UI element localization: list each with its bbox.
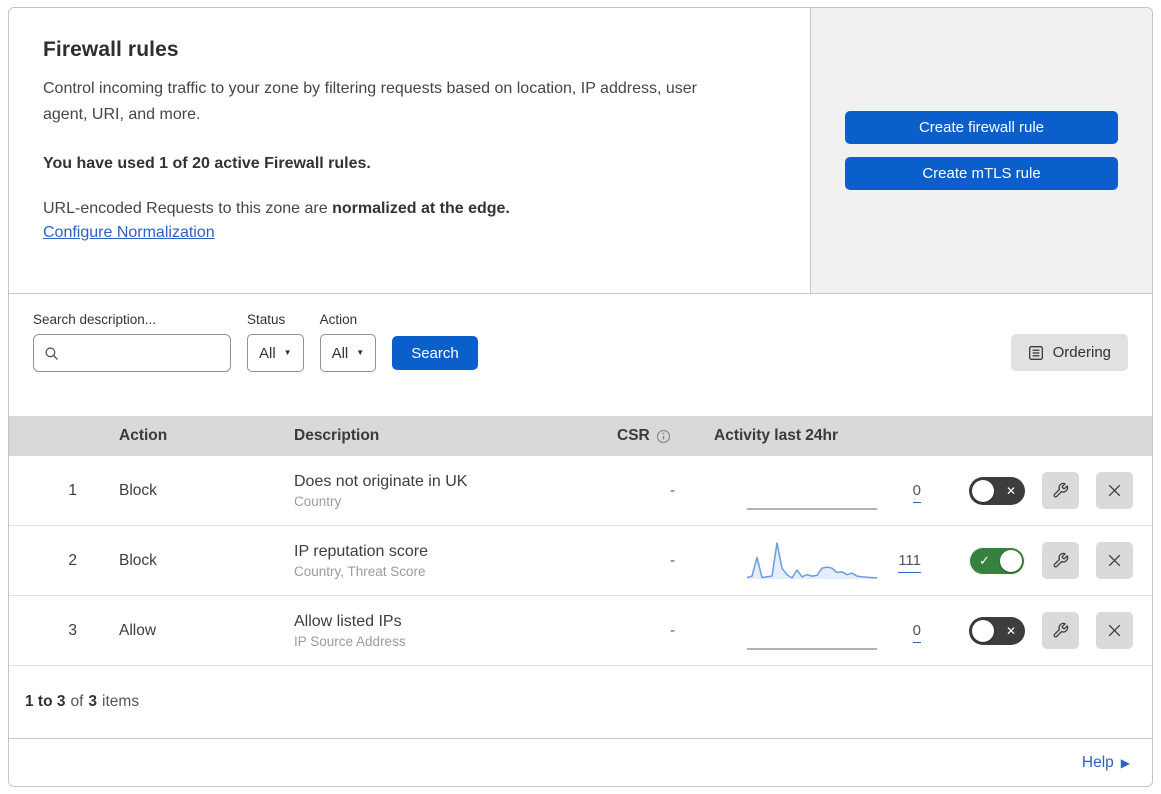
edit-rule-button[interactable] bbox=[1042, 542, 1079, 579]
close-icon bbox=[1108, 554, 1121, 567]
wrench-icon bbox=[1053, 552, 1069, 568]
action-selected-value: All bbox=[331, 344, 349, 362]
search-icon bbox=[45, 346, 58, 360]
activity-count-link[interactable]: 111 bbox=[877, 552, 921, 573]
configure-normalization-link[interactable]: Configure Normalization bbox=[43, 224, 215, 242]
chevron-down-icon: ▼ bbox=[283, 348, 292, 357]
check-icon: ✓ bbox=[979, 552, 990, 568]
activity-sparkline bbox=[747, 541, 877, 579]
rule-csr-value: - bbox=[670, 552, 675, 569]
pagination-summary: 1 to 3 of 3 items bbox=[9, 666, 1152, 738]
firewall-rules-panel: Firewall rules Control incoming traffic … bbox=[8, 7, 1153, 787]
pagination-items-label: items bbox=[102, 693, 140, 710]
edit-rule-button[interactable] bbox=[1042, 472, 1079, 509]
search-input-wrapper bbox=[33, 334, 231, 372]
close-icon bbox=[1108, 484, 1121, 497]
csr-column-header: CSR bbox=[617, 427, 650, 444]
rule-csr-value: - bbox=[670, 622, 675, 639]
rule-csr-value: - bbox=[670, 482, 675, 499]
ordering-button-label: Ordering bbox=[1052, 344, 1111, 361]
edit-rule-button[interactable] bbox=[1042, 612, 1079, 649]
arrow-right-icon: ▶ bbox=[1120, 755, 1130, 770]
table-row: 1 Block Does not originate in UK Country… bbox=[9, 456, 1152, 526]
rule-action: Allow bbox=[119, 621, 157, 639]
rule-priority: 3 bbox=[68, 621, 77, 639]
search-button[interactable]: Search bbox=[392, 336, 478, 370]
close-icon bbox=[1108, 624, 1121, 637]
page-title: Firewall rules bbox=[43, 38, 179, 61]
actions-panel: Create firewall rule Create mTLS rule bbox=[811, 8, 1152, 293]
search-input[interactable] bbox=[66, 344, 220, 362]
table-row: 3 Allow Allow listed IPs IP Source Addre… bbox=[9, 596, 1152, 666]
rule-enabled-toggle[interactable]: ✓ ✕ bbox=[969, 546, 1025, 575]
action-label: Action bbox=[319, 312, 358, 327]
filter-bar: Search description... Status All ▼ Actio… bbox=[9, 294, 1152, 406]
create-firewall-rule-button[interactable]: Create firewall rule bbox=[845, 111, 1118, 144]
wrench-icon bbox=[1053, 622, 1069, 638]
action-select[interactable]: All ▼ bbox=[319, 334, 377, 372]
activity-sparkline bbox=[747, 647, 877, 650]
toggle-knob bbox=[1000, 549, 1022, 572]
rule-action: Block bbox=[119, 551, 157, 569]
toggle-knob bbox=[972, 479, 994, 502]
rule-enabled-toggle[interactable]: ✓ ✕ bbox=[969, 616, 1025, 645]
rule-description: IP reputation score bbox=[294, 542, 429, 560]
activity-count-link[interactable]: 0 bbox=[877, 622, 921, 643]
status-selected-value: All bbox=[259, 344, 276, 362]
delete-rule-button[interactable] bbox=[1096, 542, 1133, 579]
table-row: 2 Block IP reputation score Country, Thr… bbox=[9, 526, 1152, 596]
activity-column-header: Activity last 24hr bbox=[714, 427, 839, 444]
help-link[interactable]: Help ▶ bbox=[1082, 754, 1130, 772]
x-icon: ✕ bbox=[1005, 623, 1016, 638]
rule-description: Allow listed IPs bbox=[294, 612, 402, 630]
pagination-range: 1 to 3 bbox=[25, 693, 66, 710]
usage-note: You have used 1 of 20 active Firewall ru… bbox=[43, 155, 371, 172]
ordering-button[interactable]: Ordering bbox=[1010, 334, 1128, 371]
delete-rule-button[interactable] bbox=[1096, 472, 1133, 509]
wrench-icon bbox=[1053, 482, 1069, 498]
rule-priority: 1 bbox=[68, 481, 77, 499]
pagination-total: 3 bbox=[88, 693, 98, 710]
rule-description: Does not originate in UK bbox=[294, 472, 468, 490]
rule-criteria: Country, Threat Score bbox=[294, 563, 426, 579]
rules-table: Action Description CSR Activity last 24h… bbox=[9, 416, 1152, 666]
info-icon[interactable] bbox=[656, 429, 671, 444]
chevron-down-icon: ▼ bbox=[356, 348, 365, 357]
activity-count-link[interactable]: 0 bbox=[877, 482, 921, 503]
create-mtls-rule-button[interactable]: Create mTLS rule bbox=[845, 157, 1118, 190]
header-section: Firewall rules Control incoming traffic … bbox=[9, 8, 1152, 294]
description-column-header: Description bbox=[294, 427, 380, 444]
x-icon: ✕ bbox=[1005, 483, 1016, 498]
help-bar: Help ▶ bbox=[9, 738, 1152, 786]
normalization-note: URL-encoded Requests to this zone are no… bbox=[43, 200, 510, 217]
status-select[interactable]: All ▼ bbox=[247, 334, 304, 372]
pagination-of-label: of bbox=[70, 693, 84, 710]
rule-enabled-toggle[interactable]: ✓ ✕ bbox=[969, 476, 1025, 505]
intro-card: Firewall rules Control incoming traffic … bbox=[9, 8, 811, 293]
search-label: Search description... bbox=[33, 312, 157, 327]
rule-priority: 2 bbox=[68, 551, 77, 569]
rule-criteria: Country bbox=[294, 493, 342, 509]
action-column-header: Action bbox=[119, 427, 168, 444]
list-icon bbox=[1028, 345, 1043, 360]
activity-sparkline bbox=[747, 507, 877, 510]
table-header-row: Action Description CSR Activity last 24h… bbox=[9, 416, 1152, 456]
delete-rule-button[interactable] bbox=[1096, 612, 1133, 649]
rule-action: Block bbox=[119, 481, 157, 499]
toggle-knob bbox=[972, 619, 994, 642]
help-link-label: Help bbox=[1081, 753, 1114, 771]
status-label: Status bbox=[247, 312, 286, 327]
page-description: Control incoming traffic to your zone by… bbox=[43, 80, 697, 123]
rule-criteria: IP Source Address bbox=[294, 633, 406, 649]
